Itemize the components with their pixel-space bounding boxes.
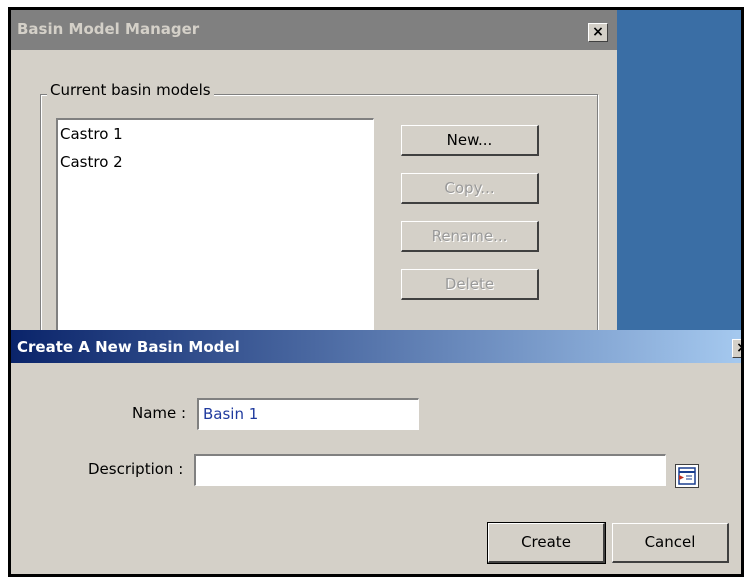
create-basin-model-dialog: Create A New Basin Model × Name : Basin … [11,330,741,574]
rename-button[interactable]: Rename... [401,221,539,252]
basin-models-list[interactable]: Castro 1 Castro 2 [56,118,374,333]
list-item[interactable]: Castro 1 [58,120,373,148]
dialog-title-bar[interactable]: Create A New Basin Model × [11,330,741,363]
dialog-title: Create A New Basin Model [17,338,240,356]
basin-model-manager-window: Basin Model Manager × Current basin mode… [11,10,617,344]
dialog-close-button[interactable]: × [732,339,741,358]
description-editor-icon [678,467,696,485]
new-button[interactable]: New... [401,125,539,156]
close-icon: × [736,340,741,356]
delete-button[interactable]: Delete [401,269,539,300]
name-label: Name : [132,404,187,422]
description-input[interactable] [194,454,666,486]
copy-button[interactable]: Copy... [401,173,539,204]
desktop-background [617,10,741,330]
cancel-button[interactable]: Cancel [612,523,729,563]
name-input[interactable]: Basin 1 [197,398,419,430]
list-item[interactable]: Castro 2 [58,148,373,176]
close-icon: × [592,24,604,40]
description-label: Description : [88,460,184,478]
manager-title: Basin Model Manager [17,20,200,38]
screenshot-frame: Basin Model Manager × Current basin mode… [8,7,744,577]
manager-close-button[interactable]: × [588,23,608,42]
description-editor-button[interactable] [675,464,699,488]
manager-title-bar[interactable]: Basin Model Manager × [11,10,617,50]
create-button[interactable]: Create [487,522,606,564]
current-models-group-label: Current basin models [47,81,214,99]
